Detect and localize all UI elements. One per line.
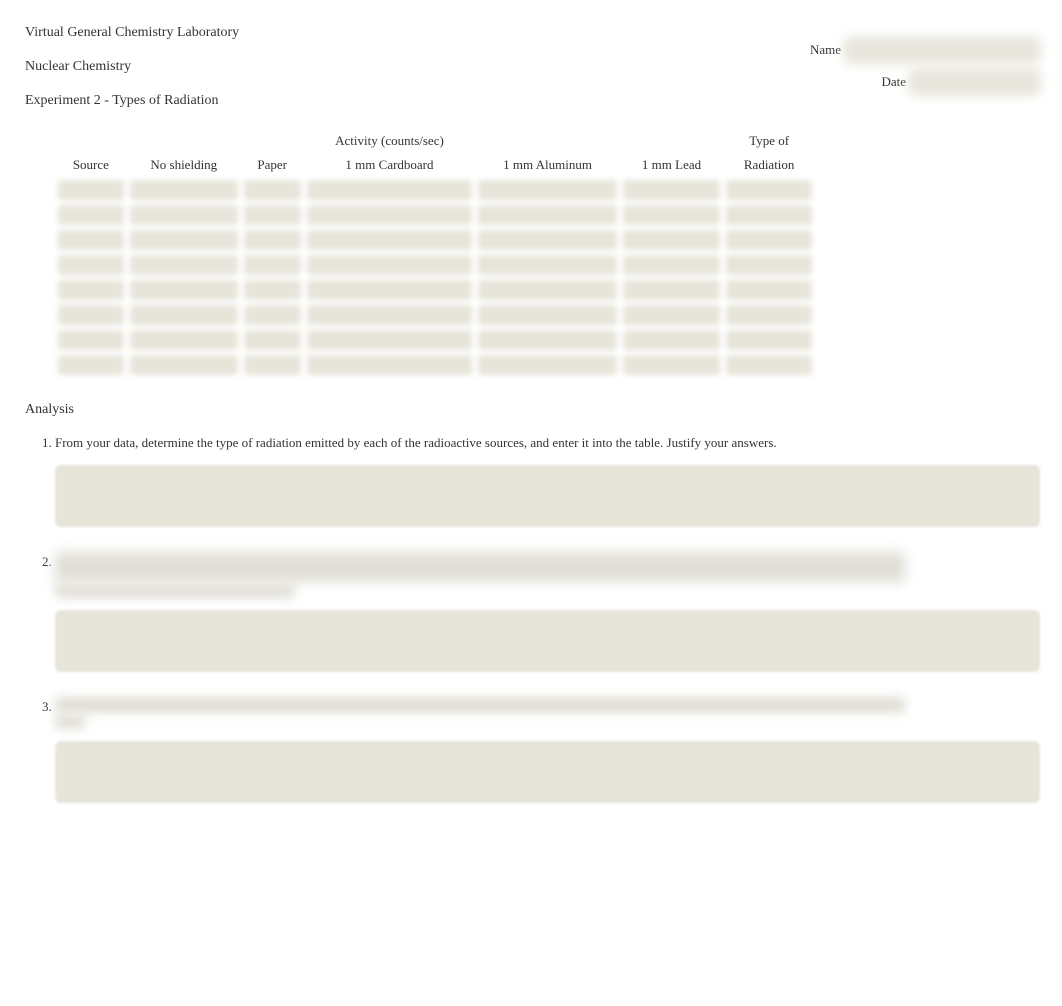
question-2-text-blurred [55,552,905,582]
table-cell[interactable] [130,355,238,375]
table-cell[interactable] [726,355,812,375]
topic-title: Nuclear Chemistry [25,59,239,75]
table-cell[interactable] [478,230,616,250]
table-row [55,177,815,202]
table-cell[interactable] [307,355,473,375]
table-cell[interactable] [726,230,812,250]
question-1: From your data, determine the type of ra… [55,433,1037,527]
table-cell[interactable] [623,230,721,250]
table-cell[interactable] [307,305,473,325]
table-cell[interactable] [58,180,124,200]
col-source: Source [55,129,127,177]
table-cell[interactable] [307,255,473,275]
answer-box-1[interactable] [55,465,1040,527]
table-cell[interactable] [58,230,124,250]
table-cell[interactable] [726,305,812,325]
table-cell[interactable] [726,180,812,200]
table-cell[interactable] [478,330,616,350]
experiment-title: Experiment 2 - Types of Radiation [25,93,239,109]
table-cell[interactable] [58,355,124,375]
col-no-shielding: No shielding [127,129,241,177]
table-cell[interactable] [244,180,301,200]
table-cell[interactable] [307,180,473,200]
table-cell[interactable] [623,255,721,275]
table-row [55,277,815,302]
table-row [55,227,815,252]
col-paper: Paper [241,129,304,177]
table-cell[interactable] [726,255,812,275]
table-row [55,327,815,352]
radiation-data-table: Source No shielding Paper Activity (coun… [55,129,815,377]
question-3 [55,697,1037,803]
question-1-text: From your data, determine the type of ra… [55,435,777,450]
answer-box-2[interactable] [55,610,1040,672]
col-aluminum: 1 mm Aluminum [475,129,619,177]
table-cell[interactable] [307,330,473,350]
table-cell[interactable] [623,180,721,200]
table-cell[interactable] [726,330,812,350]
question-3-text-blurred [55,697,905,713]
table-cell[interactable] [130,305,238,325]
table-cell[interactable] [130,180,238,200]
table-cell[interactable] [58,280,124,300]
table-cell[interactable] [307,280,473,300]
col-type-line2: Radiation [723,153,815,177]
table-cell[interactable] [244,305,301,325]
table-cell[interactable] [726,280,812,300]
date-label: Date [881,74,906,90]
table-cell[interactable] [58,305,124,325]
table-cell[interactable] [244,330,301,350]
table-cell[interactable] [726,205,812,225]
lab-title: Virtual General Chemistry Laboratory [25,25,239,41]
table-cell[interactable] [130,255,238,275]
table-cell[interactable] [244,230,301,250]
table-cell[interactable] [623,205,721,225]
analysis-title: Analysis [25,402,1037,418]
table-cell[interactable] [478,355,616,375]
table-cell[interactable] [244,205,301,225]
answer-box-3[interactable] [55,741,1040,803]
table-cell[interactable] [478,280,616,300]
table-cell[interactable] [623,305,721,325]
table-row [55,202,815,227]
table-cell[interactable] [244,355,301,375]
table-cell[interactable] [623,355,721,375]
col-activity-header: Activity (counts/sec) [304,129,476,153]
table-cell[interactable] [478,305,616,325]
table-cell[interactable] [58,205,124,225]
table-cell[interactable] [623,280,721,300]
table-row [55,352,815,377]
table-row [55,302,815,327]
table-cell[interactable] [130,230,238,250]
table-cell[interactable] [130,280,238,300]
table-row [55,252,815,277]
table-cell[interactable] [307,230,473,250]
col-cardboard: 1 mm Cardboard [304,153,476,177]
table-cell[interactable] [478,180,616,200]
table-cell[interactable] [307,205,473,225]
col-type-line1: Type of [723,129,815,153]
table-cell[interactable] [130,205,238,225]
question-2 [55,552,1037,672]
table-cell[interactable] [58,255,124,275]
table-cell[interactable] [244,255,301,275]
table-cell[interactable] [623,330,721,350]
question-3-text-blurred-line2 [55,715,85,729]
table-cell[interactable] [58,330,124,350]
col-lead: 1 mm Lead [620,129,724,177]
table-cell[interactable] [130,330,238,350]
question-2-text-blurred-line2 [55,584,295,598]
name-input[interactable] [847,40,1037,60]
table-cell[interactable] [244,280,301,300]
table-cell[interactable] [478,205,616,225]
table-cell[interactable] [478,255,616,275]
name-label: Name [810,42,841,58]
date-input[interactable] [912,72,1037,92]
